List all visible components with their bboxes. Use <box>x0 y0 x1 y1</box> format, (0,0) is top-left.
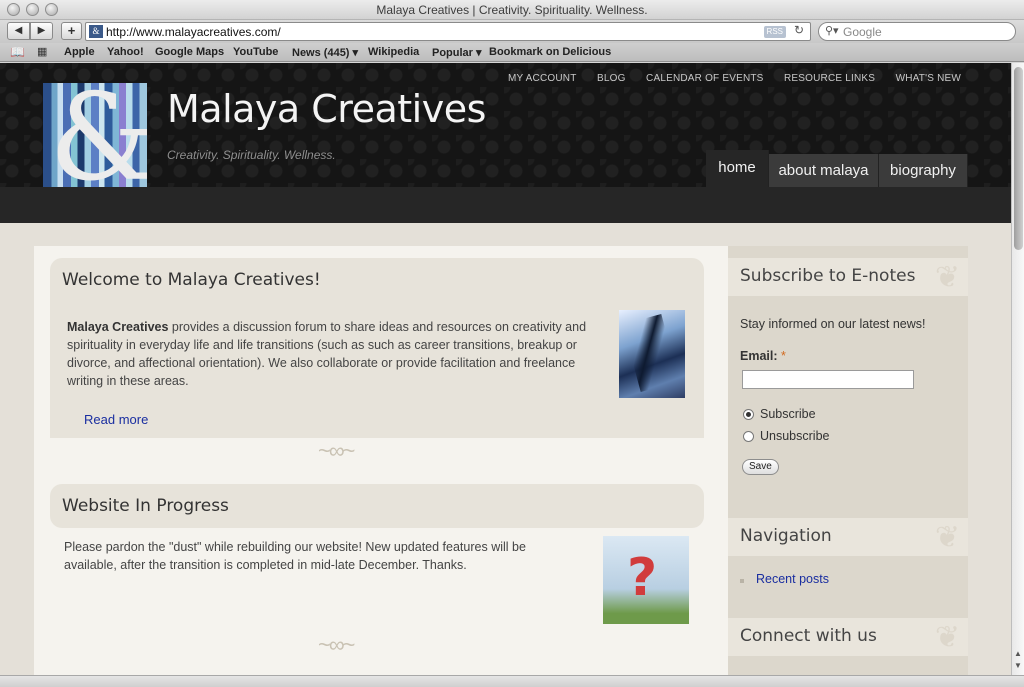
flourish-divider-2: ~∞~ <box>318 632 355 657</box>
progress-header: Website In Progress <box>50 484 704 528</box>
progress-text: Please pardon the "dust" while rebuildin… <box>64 540 526 572</box>
welcome-image <box>619 310 685 398</box>
scroll-up-icon[interactable]: ▲ <box>1014 649 1022 658</box>
add-bookmark-button[interactable]: + <box>61 22 82 40</box>
bookmark-delicious[interactable]: Bookmark on Delicious <box>489 46 611 58</box>
nav-blog[interactable]: BLOG <box>597 73 626 84</box>
read-more-link[interactable]: Read more <box>84 412 148 427</box>
email-field[interactable] <box>742 370 914 389</box>
tab-about-malaya[interactable]: about malaya <box>769 154 879 187</box>
tab-biography[interactable]: biography <box>879 154 968 187</box>
bookmark-popular[interactable]: Popular ▾ <box>432 46 482 59</box>
recent-posts-link[interactable]: Recent posts <box>756 572 829 586</box>
bookmark-wikipedia[interactable]: Wikipedia <box>368 46 419 58</box>
bookmark-youtube[interactable]: YouTube <box>233 46 278 58</box>
book-icon[interactable]: 📖 <box>10 45 25 59</box>
subscribe-option-label[interactable]: Subscribe <box>760 407 816 421</box>
window-titlebar: Malaya Creatives | Creativity. Spiritual… <box>0 0 1024 20</box>
swirl-ornament-icon: ❦ <box>934 520 960 555</box>
welcome-title: Welcome to Malaya Creatives! <box>62 270 321 290</box>
unsubscribe-option-label[interactable]: Unsubscribe <box>760 429 829 443</box>
web-page: MY ACCOUNT BLOG CALENDAR OF EVENTS RESOU… <box>0 63 1011 675</box>
main-content: Welcome to Malaya Creatives! Malaya Crea… <box>34 246 728 675</box>
grid-icon[interactable]: ▦ <box>37 45 47 58</box>
reload-icon[interactable]: ↻ <box>794 23 804 37</box>
bookmark-apple[interactable]: Apple <box>64 46 95 58</box>
sidebar: Subscribe to E-notes ❦ Stay informed on … <box>728 246 968 675</box>
logo-ampersand: & <box>49 83 147 187</box>
header-band <box>0 187 1011 223</box>
search-icon: ⚲▾ <box>825 25 839 37</box>
browser-toolbar: ◀ ▶ + & http://www.malayacreatives.com/ … <box>0 20 1024 43</box>
connect-title: Connect with us <box>740 626 877 646</box>
progress-block: Website In Progress Please pardon the "d… <box>50 484 704 675</box>
nav-my-account[interactable]: MY ACCOUNT <box>508 73 577 84</box>
welcome-header: Welcome to Malaya Creatives! <box>50 258 704 302</box>
nav-resource-links[interactable]: RESOURCE LINKS <box>784 73 875 84</box>
required-mark: * <box>781 349 786 363</box>
save-button[interactable]: Save <box>742 459 779 475</box>
site-logo[interactable]: & <box>43 83 147 187</box>
bookmarks-bar: 📖 ▦ Apple Yahoo! Google Maps YouTube New… <box>0 43 1024 62</box>
welcome-bold: Malaya Creatives <box>67 320 169 334</box>
bookmark-google-maps[interactable]: Google Maps <box>155 46 224 58</box>
swirl-ornament-icon: ❦ <box>934 260 960 295</box>
site-header: MY ACCOUNT BLOG CALENDAR OF EVENTS RESOU… <box>0 63 1011 223</box>
back-button[interactable]: ◀ <box>7 22 30 40</box>
welcome-block: Welcome to Malaya Creatives! Malaya Crea… <box>50 258 704 463</box>
favicon-icon: & <box>89 25 103 38</box>
subscribe-radio[interactable] <box>743 409 754 420</box>
site-title[interactable]: Malaya Creatives <box>167 87 486 131</box>
welcome-body: Malaya Creatives provides a discussion f… <box>50 302 704 438</box>
subscribe-header: Subscribe to E-notes ❦ <box>728 258 968 296</box>
rss-button[interactable]: RSS <box>763 26 786 38</box>
status-bar <box>0 675 1024 687</box>
forward-button[interactable]: ▶ <box>30 22 53 40</box>
flourish-divider: ~∞~ <box>318 438 355 463</box>
vertical-scrollbar[interactable]: ▲ ▼ <box>1011 63 1024 675</box>
subscribe-title: Subscribe to E-notes <box>740 266 916 286</box>
welcome-text: Malaya Creatives provides a discussion f… <box>67 320 587 388</box>
url-text[interactable]: http://www.malayacreatives.com/ <box>106 25 281 39</box>
bookmark-news[interactable]: News (445) ▾ <box>292 46 358 59</box>
email-label: Email: <box>740 349 778 363</box>
swirl-ornament-icon: ❦ <box>934 620 960 655</box>
nav-whats-new[interactable]: WHAT'S NEW <box>896 73 961 84</box>
search-placeholder: Google <box>843 25 882 39</box>
navigation-title: Navigation <box>740 526 832 546</box>
address-bar[interactable]: & http://www.malayacreatives.com/ RSS ↻ <box>85 22 811 41</box>
top-nav: MY ACCOUNT BLOG CALENDAR OF EVENTS RESOU… <box>492 68 961 86</box>
subscribe-intro: Stay informed on our latest news! <box>740 317 926 331</box>
tab-home[interactable]: home <box>706 150 769 187</box>
progress-image: ? <box>603 536 689 624</box>
connect-header: Connect with us ❦ <box>728 618 968 656</box>
progress-title: Website In Progress <box>62 496 229 516</box>
bookmark-yahoo[interactable]: Yahoo! <box>107 46 144 58</box>
bullet-icon <box>740 579 744 583</box>
scroll-thumb[interactable] <box>1014 67 1023 250</box>
search-field[interactable]: ⚲▾ Google <box>818 22 1016 41</box>
navigation-header: Navigation ❦ <box>728 518 968 556</box>
unsubscribe-radio[interactable] <box>743 431 754 442</box>
window-title: Malaya Creatives | Creativity. Spiritual… <box>376 3 648 17</box>
site-tagline: Creativity. Spirituality. Wellness. <box>167 148 336 162</box>
email-label-row: Email: * <box>740 349 786 363</box>
nav-calendar[interactable]: CALENDAR OF EVENTS <box>646 73 764 84</box>
scroll-down-icon[interactable]: ▼ <box>1014 661 1022 670</box>
